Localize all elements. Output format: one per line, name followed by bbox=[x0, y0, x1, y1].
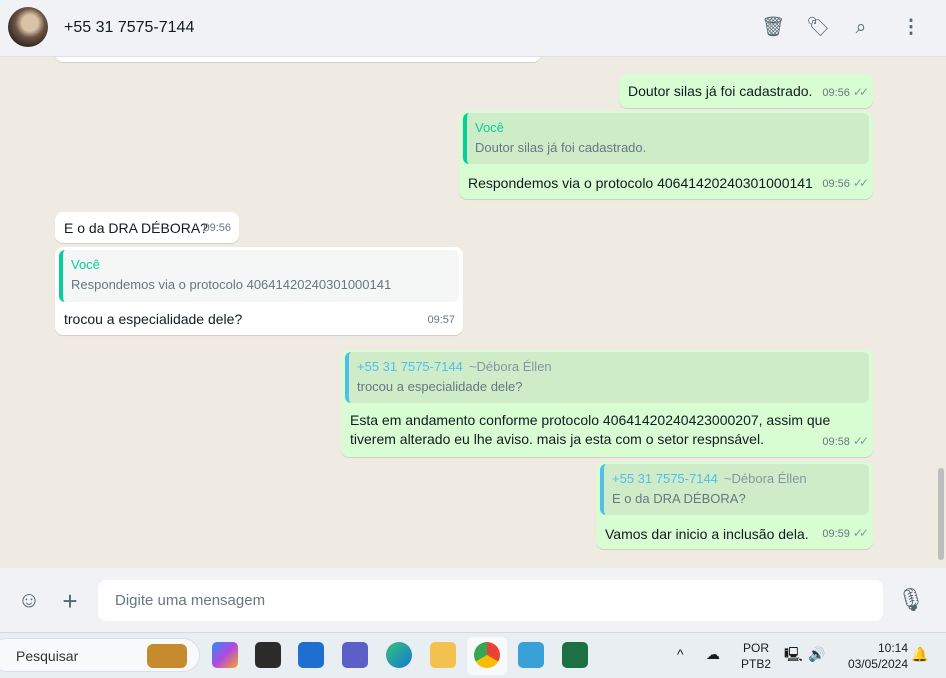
read-ticks-icon: ✓✓ bbox=[852, 176, 869, 190]
quote-text: trocou a especialidade dele? bbox=[357, 379, 523, 394]
contact-avatar[interactable] bbox=[8, 7, 48, 47]
taskbar-search-placeholder: Pesquisar bbox=[16, 648, 79, 664]
message-incoming[interactable]: Você Respondemos via o protocolo 4064142… bbox=[55, 247, 463, 335]
network-icon[interactable]: 🖳 bbox=[784, 646, 803, 662]
message-text: E o da DRA DÉBORA? bbox=[64, 220, 208, 236]
message-text: Vamos dar inicio a inclusão dela. bbox=[605, 526, 809, 542]
label-icon[interactable]: 🏷 bbox=[806, 16, 830, 40]
contact-name[interactable]: +55 31 7575-7144 bbox=[64, 19, 194, 37]
clock-time: 10:14 bbox=[877, 641, 908, 655]
quote-author: +55 31 7575-7144 bbox=[612, 471, 718, 486]
read-ticks-icon: ✓✓ bbox=[852, 85, 869, 99]
quote-pushname: ~Débora Éllen bbox=[723, 471, 807, 486]
edge-icon[interactable] bbox=[386, 642, 412, 668]
quoted-message[interactable]: Você Respondemos via o protocolo 4064142… bbox=[59, 250, 459, 302]
message-text-line2: tiverem alterado eu lhe aviso. mais ja e… bbox=[350, 431, 764, 447]
notification-bell-icon[interactable]: 🔔 bbox=[911, 646, 928, 662]
chrome-icon[interactable] bbox=[474, 642, 500, 668]
excel-icon[interactable] bbox=[562, 642, 588, 668]
read-ticks-icon: ✓✓ bbox=[852, 526, 869, 540]
message-text: trocou a especialidade dele? bbox=[64, 311, 243, 327]
task-view-icon[interactable] bbox=[255, 642, 281, 668]
language-code: POR bbox=[742, 641, 769, 655]
archive-delete-icon[interactable]: 🗑 bbox=[761, 16, 785, 40]
volume-icon[interactable]: 🔊 bbox=[808, 646, 825, 662]
message-time: 09:56 bbox=[203, 222, 231, 234]
clock-date: 03/05/2024 bbox=[847, 657, 908, 671]
microphone-icon[interactable]: 🎙 bbox=[897, 587, 925, 613]
message-time: 09:58 bbox=[822, 436, 850, 448]
teams-icon[interactable] bbox=[342, 642, 368, 668]
chat-scrollbar[interactable] bbox=[938, 468, 944, 560]
quote-text: E o da DRA DÉBORA? bbox=[612, 491, 746, 506]
briefcase-icon bbox=[147, 644, 187, 668]
message-time: 09:59 bbox=[822, 528, 850, 540]
message-partial bbox=[55, 57, 541, 62]
quote-author: +55 31 7575-7144 bbox=[357, 359, 463, 374]
message-time: 09:57 bbox=[427, 314, 455, 326]
taskbar-search[interactable]: Pesquisar bbox=[0, 638, 200, 672]
message-incoming[interactable]: E o da DRA DÉBORA? 09:56 bbox=[55, 212, 239, 243]
clock[interactable]: 10:14 03/05/2024 bbox=[838, 640, 908, 672]
tray-chevron-icon[interactable]: ^ bbox=[677, 646, 684, 662]
quote-author: Você bbox=[71, 257, 100, 272]
message-outgoing[interactable]: Doutor silas já foi cadastrado. 09:56 ✓✓ bbox=[619, 74, 873, 108]
message-text: Doutor silas já foi cadastrado. bbox=[628, 83, 813, 99]
menu-icon[interactable]: ⋮ bbox=[899, 16, 923, 40]
quoted-message[interactable]: +55 31 7575-7144 ~Débora Éllen trocou a e… bbox=[345, 352, 869, 403]
emoji-icon[interactable]: ☺ bbox=[15, 587, 43, 613]
read-ticks-icon: ✓✓ bbox=[852, 434, 869, 448]
onedrive-offline-icon[interactable]: ☁ bbox=[706, 646, 720, 662]
message-time: 09:56 bbox=[822, 178, 850, 190]
message-outgoing[interactable]: +55 31 7575-7144 ~Débora Éllen trocou a e… bbox=[341, 350, 873, 457]
quoted-message[interactable]: +55 31 7575-7144 ~Débora Éllen E o da DRA… bbox=[600, 464, 869, 515]
store-icon[interactable] bbox=[298, 642, 324, 668]
quote-text: Doutor silas já foi cadastrado. bbox=[475, 140, 647, 155]
notepad-icon[interactable] bbox=[518, 642, 544, 668]
quote-author: Você bbox=[475, 120, 504, 135]
search-icon[interactable]: ⌕ bbox=[849, 16, 873, 40]
quote-pushname: ~Débora Éllen bbox=[468, 359, 552, 374]
message-outgoing[interactable]: +55 31 7575-7144 ~Débora Éllen E o da DRA… bbox=[596, 462, 873, 549]
language-indicator[interactable]: POR PTB2 bbox=[740, 640, 772, 672]
message-time: 09:56 bbox=[822, 87, 850, 99]
message-input[interactable]: Digite uma mensagem bbox=[98, 580, 883, 621]
attach-plus-icon[interactable]: + bbox=[56, 586, 84, 617]
message-outgoing[interactable]: Você Doutor silas já foi cadastrado. Res… bbox=[459, 111, 873, 199]
message-text: Respondemos via o protocolo 406414202403… bbox=[468, 175, 813, 191]
file-explorer-icon[interactable] bbox=[430, 642, 456, 668]
quote-text: Respondemos via o protocolo 406414202403… bbox=[71, 277, 392, 292]
keyboard-layout: PTB2 bbox=[740, 657, 771, 671]
message-text-line1: Esta em andamento conforme protocolo 406… bbox=[350, 412, 831, 428]
message-list: Doutor silas já foi cadastrado. 09:56 ✓✓ … bbox=[0, 57, 946, 568]
quoted-message[interactable]: Você Doutor silas já foi cadastrado. bbox=[463, 113, 869, 164]
copilot-icon[interactable] bbox=[212, 642, 238, 668]
